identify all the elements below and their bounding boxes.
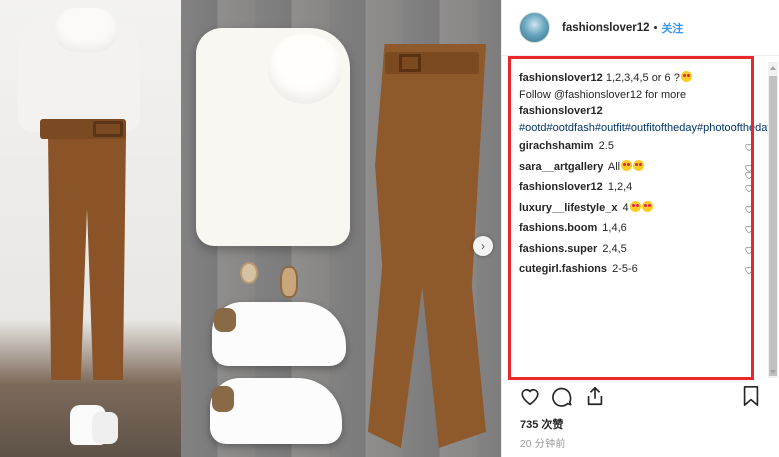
comment-row: cutegirl.fashions 2-5-6 (519, 259, 754, 280)
post-photo[interactable]: › (0, 0, 501, 457)
post-header: fashionslover12 • 关注 (502, 0, 779, 56)
caption: fashionslover12 1,2,3,4,5 or 6 ? Follow … (519, 70, 770, 180)
scroll-down-icon[interactable] (770, 370, 776, 374)
earring (240, 262, 258, 284)
comments-scrollbar[interactable] (768, 62, 778, 378)
comment-text: 2,4,5 (602, 242, 627, 255)
scroll-up-icon[interactable] (770, 66, 776, 70)
sneaker-heel (212, 386, 234, 412)
heart-eyes-emoji-icon (621, 159, 633, 171)
like-comment-icon[interactable] (744, 245, 754, 255)
timestamp: 20 分钟前 (520, 439, 566, 450)
next-image-button[interactable]: › (473, 236, 493, 256)
like-comment-icon[interactable] (744, 265, 754, 275)
model-turtleneck (54, 8, 118, 52)
earring (280, 266, 298, 298)
comment-icon[interactable] (551, 385, 573, 407)
comment-text: 2.5 (598, 140, 614, 152)
heart-eyes-emoji-icon (633, 159, 645, 171)
heart-eyes-emoji-icon (641, 200, 653, 212)
like-comment-icon[interactable] (744, 224, 754, 234)
comment-row: fashionslover12 1,2,4 (519, 177, 754, 198)
comment-row: sara__artgallery All (519, 157, 754, 178)
heart-eyes-emoji-icon (680, 71, 692, 82)
caption-username[interactable]: fashionslover12 (519, 72, 603, 84)
comment-text: 1,2,4 (607, 181, 633, 193)
flatlay-buckle (399, 54, 421, 72)
like-comment-icon[interactable] (744, 142, 754, 152)
bookmark-icon[interactable] (740, 385, 762, 407)
comment-text: All (607, 160, 621, 173)
side-panel: fashionslover12 • 关注 fashionslover12 1,2… (501, 0, 779, 457)
flatlay-collar (268, 34, 342, 104)
caption-follow-text: Follow @fashionslover12 for more (519, 88, 687, 101)
avatar[interactable] (519, 12, 550, 43)
heart-eyes-emoji-icon (629, 200, 641, 212)
share-icon[interactable] (584, 385, 606, 407)
comment-username[interactable]: cutegirl.fashions (519, 263, 607, 275)
like-comment-icon[interactable] (744, 204, 754, 214)
like-count[interactable]: 735 次赞 (520, 416, 563, 432)
comment-row: fashions.super 2,4,5 (519, 239, 754, 260)
like-comment-icon[interactable] (744, 183, 754, 193)
comment-username[interactable]: fashions.boom (519, 222, 597, 234)
comment-row: fashions.boom 1,4,6 (519, 218, 754, 239)
comment-username[interactable]: girachshamim (519, 140, 594, 152)
instagram-post: › fashionslover12 • 关注 fashionslover12 1… (0, 0, 779, 457)
separator: • (653, 21, 658, 34)
header-username[interactable]: fashionslover12 (562, 22, 650, 34)
caption-text: 1,2,3,4,5 or 6 ? (602, 72, 680, 84)
caption-hashtags[interactable]: #ootd#ootdfash#outfit#outfitoftheday#pho… (519, 122, 770, 134)
comment-text: 4 (622, 201, 629, 214)
model-belt-buckle (93, 121, 123, 137)
model-shoe (92, 412, 118, 444)
comment-username[interactable]: sara__artgallery (519, 161, 603, 173)
scroll-thumb[interactable] (769, 76, 777, 376)
follow-button[interactable]: 关注 (661, 20, 683, 36)
comment-username[interactable]: luxury__lifestyle_x (519, 202, 617, 214)
comment-rows: girachshamim 2.5 sara__artgallery All fash… (519, 136, 754, 280)
comment-row: luxury__lifestyle_x 4 (519, 198, 754, 219)
comment-username[interactable]: fashions.super (519, 243, 597, 255)
caption-username-2[interactable]: fashionslover12 (519, 105, 603, 117)
comments-list[interactable]: fashionslover12 1,2,3,4,5 or 6 ? Follow … (502, 62, 770, 378)
heart-icon[interactable] (519, 385, 541, 407)
comment-text: 1,4,6 (602, 222, 627, 234)
comment-username[interactable]: fashionslover12 (519, 181, 603, 193)
comment-row: girachshamim 2.5 (519, 136, 754, 157)
like-comment-icon[interactable] (744, 163, 754, 173)
comment-text: 2-5-6 (612, 263, 638, 275)
sneaker-heel (214, 308, 236, 332)
action-bar (502, 385, 779, 413)
